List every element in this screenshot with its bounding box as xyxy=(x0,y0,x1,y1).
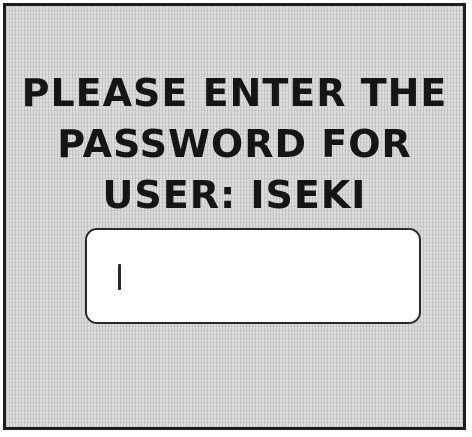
prompt-line-3: USER: ISEKI xyxy=(102,173,367,217)
password-input-overlay xyxy=(85,228,421,324)
password-dialog: PLEASE ENTER THE PASSWORD FOR USER: ISEK… xyxy=(3,3,466,430)
text-cursor xyxy=(118,264,121,290)
prompt-line-1: PLEASE ENTER THE xyxy=(21,71,448,115)
prompt-line-2: PASSWORD FOR xyxy=(57,122,412,166)
password-prompt: PLEASE ENTER THE PASSWORD FOR USER: ISEK… xyxy=(6,68,463,221)
